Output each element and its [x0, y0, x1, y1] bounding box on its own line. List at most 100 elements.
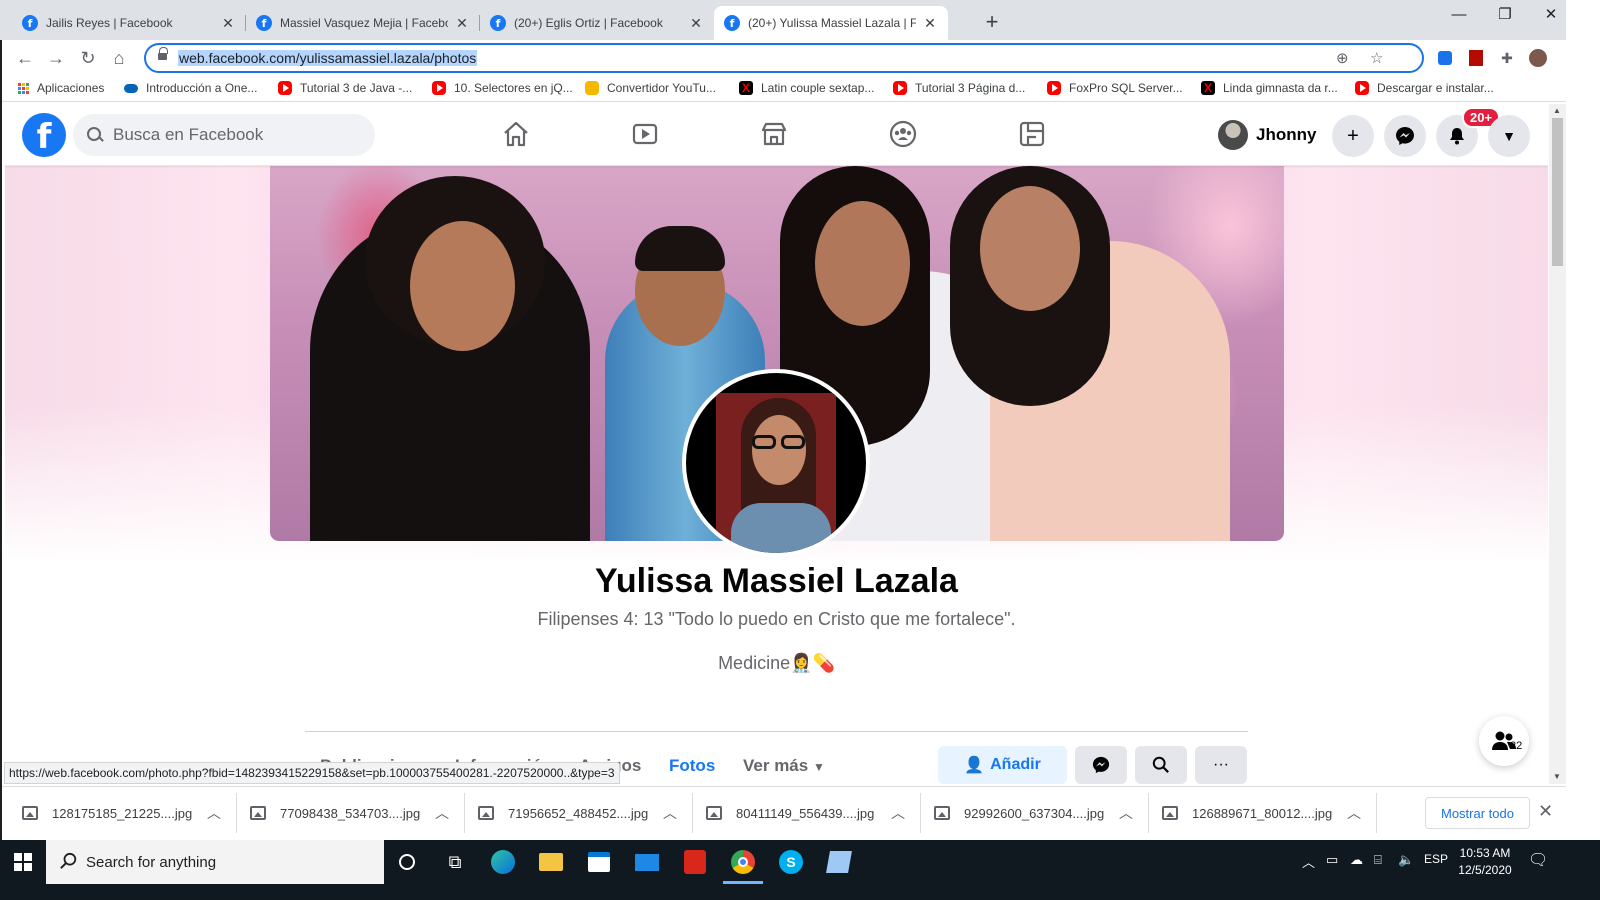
facebook-favicon-icon: f [256, 15, 272, 31]
download-item[interactable]: 71956652_488452....jpg ︿ [456, 787, 684, 839]
download-item[interactable]: 126889671_80012....jpg ︿ [1140, 787, 1368, 839]
network-icon[interactable]: ⌸ [1374, 852, 1382, 868]
image-file-icon [934, 806, 950, 820]
download-item[interactable]: 77098438_534703....jpg ︿ [228, 787, 456, 839]
volume-icon[interactable]: 🔈 [1398, 852, 1414, 868]
file-explorer-icon[interactable] [527, 840, 575, 884]
address-bar[interactable]: web.facebook.com/yulissamassiel.lazala/p… [144, 43, 1424, 73]
chevron-up-icon[interactable]: ︿ [200, 803, 228, 823]
facebook-logo-icon[interactable]: f [22, 113, 66, 157]
taskbar-clock[interactable]: 10:53 AM 12/5/2020 [1440, 845, 1530, 879]
download-item[interactable]: 92992600_637304....jpg ︿ [912, 787, 1140, 839]
tab-close-icon[interactable]: ✕ [922, 15, 938, 32]
reload-button[interactable]: ↻ [74, 44, 102, 72]
onedrive-tray-icon[interactable]: ☁ [1350, 852, 1363, 868]
bookmark-item[interactable]: X Latin couple sextap... [739, 81, 874, 95]
tab-close-icon[interactable]: ✕ [454, 15, 470, 32]
action-center-icon[interactable]: 🗨 [1528, 850, 1548, 870]
minimize-button[interactable]: — [1436, 0, 1482, 28]
bookmark-label: Tutorial 3 Página d... [915, 81, 1026, 95]
tab-ver-mas[interactable]: Ver más ▼ [743, 756, 825, 776]
create-button[interactable]: + [1332, 115, 1374, 157]
user-name: Jhonny [1256, 125, 1317, 144]
back-button[interactable]: ← [11, 44, 39, 72]
url-text[interactable]: web.facebook.com/yulissamassiel.lazala/p… [178, 50, 478, 66]
account-menu-button[interactable]: ▼ [1488, 115, 1530, 157]
restore-button[interactable]: ❐ [1482, 0, 1528, 28]
profile-shortcut[interactable]: Jhonny [1218, 118, 1316, 152]
bookmark-item[interactable]: Introducción a One... [124, 81, 257, 95]
start-button[interactable] [0, 840, 46, 884]
lock-icon[interactable] [158, 47, 168, 60]
page-scrollbar[interactable]: ▲ ▼ [1549, 104, 1566, 784]
bookmark-star-icon[interactable]: ☆ [1370, 49, 1383, 67]
gaming-nav-icon[interactable] [1014, 116, 1050, 152]
add-friend-icon: 👤 [964, 757, 985, 774]
scroll-down-icon[interactable]: ▼ [1553, 772, 1561, 781]
browser-tab-active[interactable]: f (20+) Yulissa Massiel Lazala | Faceboo… [714, 6, 948, 40]
bookmark-label: Descargar e instalar... [1377, 81, 1494, 95]
extension-blue-icon[interactable] [1435, 48, 1455, 68]
youtube-icon [1047, 81, 1061, 95]
scrollbar-thumb[interactable] [1552, 118, 1563, 266]
edge-icon[interactable] [479, 840, 527, 884]
download-item[interactable]: 128175185_21225....jpg ︿ [0, 787, 228, 839]
new-tab-button[interactable]: + [978, 8, 1006, 36]
tab-fotos[interactable]: Fotos [669, 756, 715, 776]
forward-button[interactable]: → [42, 44, 70, 72]
bookmark-item[interactable]: FoxPro SQL Server... [1047, 81, 1183, 95]
chevron-up-icon[interactable]: ︿ [884, 803, 912, 823]
bookmark-item[interactable]: Tutorial 3 Página d... [893, 81, 1025, 95]
more-options-button[interactable]: ··· [1195, 746, 1247, 784]
browser-tab[interactable]: f (20+) Eglis Ortiz | Facebook ✕ [480, 6, 714, 40]
taskbar-search-input[interactable]: Search for anything [46, 840, 384, 884]
chevron-up-icon[interactable]: ︿ [1112, 803, 1140, 823]
browser-tab[interactable]: f Jailis Reyes | Facebook ✕ [12, 6, 246, 40]
tab-close-icon[interactable]: ✕ [220, 15, 236, 32]
battery-icon[interactable]: ▭ [1326, 852, 1338, 868]
chevron-up-icon[interactable]: ︿ [656, 803, 684, 823]
home-button[interactable]: ⌂ [105, 44, 133, 72]
extensions-puzzle-icon[interactable]: ✚ [1497, 48, 1517, 68]
mail-icon[interactable] [623, 840, 671, 884]
bookmark-item[interactable]: Tutorial 3 de Java -... [278, 81, 412, 95]
chrome-taskbar-icon[interactable] [719, 840, 767, 884]
download-separator [1376, 793, 1377, 833]
bookmark-item[interactable]: X Linda gimnasta da r... [1201, 81, 1338, 95]
marketplace-nav-icon[interactable] [756, 116, 792, 152]
browser-tab[interactable]: f Massiel Vasquez Mejia | Facebook ✕ [246, 6, 480, 40]
image-file-icon [706, 806, 722, 820]
watch-nav-icon[interactable] [627, 116, 663, 152]
add-friend-button[interactable]: 👤 Añadir [938, 746, 1067, 784]
profile-search-button[interactable] [1135, 746, 1187, 784]
pdf-extension-icon[interactable] [1466, 48, 1486, 68]
tab-close-icon[interactable]: ✕ [688, 15, 704, 32]
acrobat-icon[interactable] [671, 840, 719, 884]
home-nav-icon[interactable] [498, 116, 534, 152]
zoom-icon[interactable]: ⊕ [1336, 49, 1349, 67]
download-item[interactable]: 80411149_556439....jpg ︿ [684, 787, 912, 839]
chevron-up-icon[interactable]: ︿ [428, 803, 456, 823]
facebook-search-input[interactable]: Busca en Facebook [73, 114, 375, 156]
task-view-icon[interactable]: ⧉ [431, 840, 479, 884]
bookmark-item[interactable]: Convertidor YouTu... [585, 81, 716, 95]
app-icon[interactable] [815, 840, 863, 884]
skype-icon[interactable]: S [767, 840, 815, 884]
profile-avatar-icon[interactable] [1528, 48, 1548, 68]
close-shelf-icon[interactable]: ✕ [1538, 801, 1553, 822]
bookmark-item[interactable]: 10. Selectores en jQ... [432, 81, 573, 95]
bookmark-label: Latin couple sextap... [761, 81, 875, 95]
groups-nav-icon[interactable] [885, 116, 921, 152]
profile-picture[interactable] [682, 369, 870, 557]
store-icon[interactable] [575, 840, 623, 884]
message-button[interactable] [1075, 746, 1127, 784]
bookmark-item[interactable]: Descargar e instalar... [1355, 81, 1494, 95]
chevron-up-icon[interactable]: ︿ [1340, 803, 1368, 823]
cortana-icon[interactable] [383, 840, 431, 884]
bookmark-apps[interactable]: Aplicaciones [18, 81, 104, 95]
show-all-downloads-button[interactable]: Mostrar todo [1425, 797, 1530, 829]
tab-title: Massiel Vasquez Mejia | Facebook [280, 16, 448, 30]
scroll-up-icon[interactable]: ▲ [1553, 106, 1561, 115]
messenger-button[interactable] [1384, 115, 1426, 157]
show-hidden-icons[interactable]: ︿ [1302, 852, 1315, 871]
